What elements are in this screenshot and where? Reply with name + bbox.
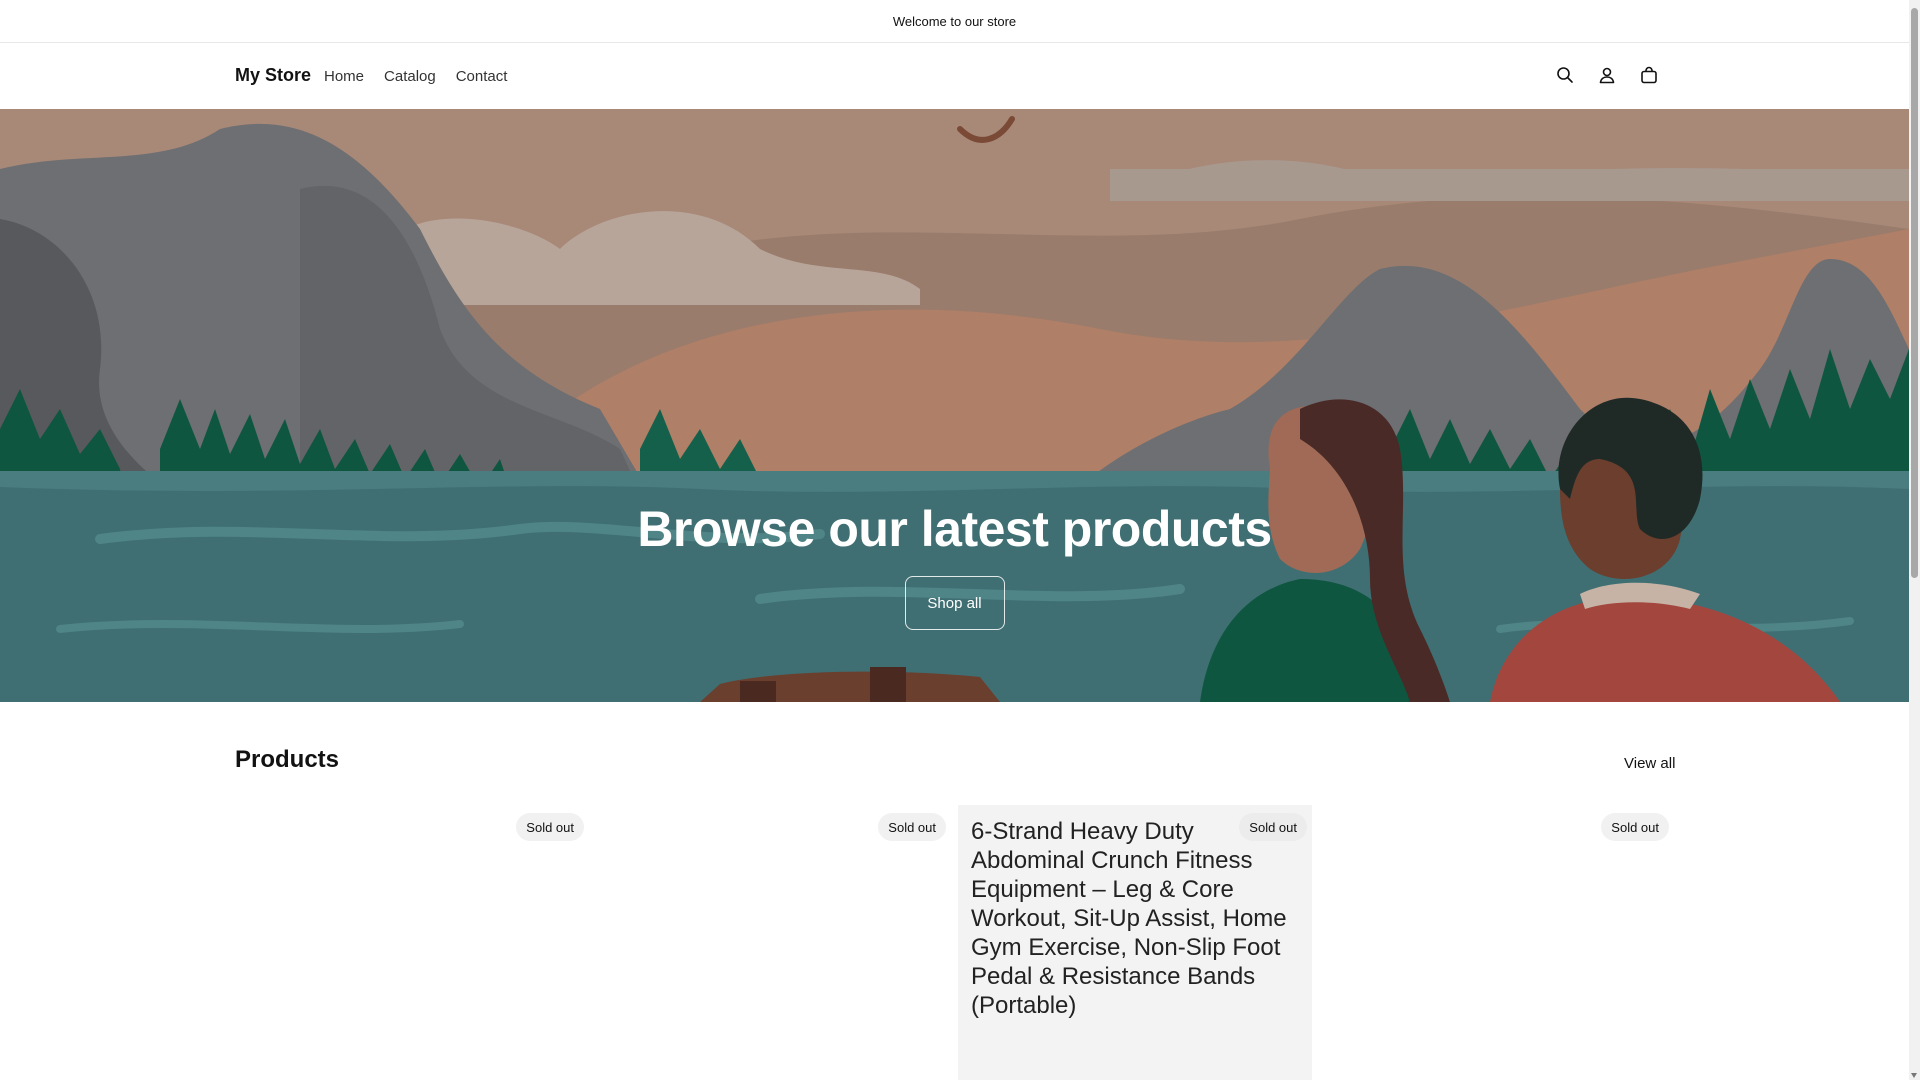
- sold-out-badge: Sold out: [1601, 813, 1669, 841]
- products-section-title: Products: [235, 746, 340, 773]
- shop-all-button[interactable]: Shop all: [904, 576, 1005, 630]
- product-card[interactable]: Sold out: [597, 805, 951, 1080]
- account-icon[interactable]: [1595, 63, 1619, 87]
- product-card[interactable]: 6-Strand Heavy Duty Abdominal Crunch Fit…: [958, 805, 1312, 1080]
- nav-catalog[interactable]: Catalog: [384, 68, 436, 85]
- site-header: My Store Home Catalog Contact: [0, 43, 1909, 109]
- nav-contact[interactable]: Contact: [456, 68, 508, 85]
- header-icons: [1553, 63, 1661, 87]
- product-card[interactable]: Sold out: [235, 805, 589, 1080]
- sold-out-badge: Sold out: [878, 813, 946, 841]
- product-card[interactable]: Sold out: [1320, 805, 1674, 1080]
- announcement-bar: Welcome to our store: [0, 0, 1909, 43]
- scroll-down-arrow-icon[interactable]: [1911, 1073, 1917, 1078]
- hero-title: Browse our latest products: [637, 501, 1272, 557]
- cart-icon[interactable]: [1637, 63, 1661, 87]
- sold-out-badge: Sold out: [516, 813, 584, 841]
- sold-out-badge: Sold out: [1239, 813, 1307, 841]
- nav-home[interactable]: Home: [324, 68, 364, 85]
- hero-content: Browse our latest products Shop all: [0, 109, 1909, 702]
- search-icon[interactable]: [1553, 63, 1577, 87]
- store-logo[interactable]: My Store: [235, 65, 311, 86]
- product-title[interactable]: 6-Strand Heavy Duty Abdominal Crunch Fit…: [971, 817, 1301, 1020]
- hero-banner: Browse our latest products Shop all: [0, 109, 1909, 702]
- view-all-link[interactable]: View all: [1624, 755, 1675, 772]
- main-nav: Home Catalog Contact: [324, 68, 507, 85]
- announcement-text: Welcome to our store: [892, 13, 1017, 29]
- scrollbar-thumb[interactable]: [1911, 8, 1918, 578]
- page-scrollbar[interactable]: [1909, 0, 1920, 1080]
